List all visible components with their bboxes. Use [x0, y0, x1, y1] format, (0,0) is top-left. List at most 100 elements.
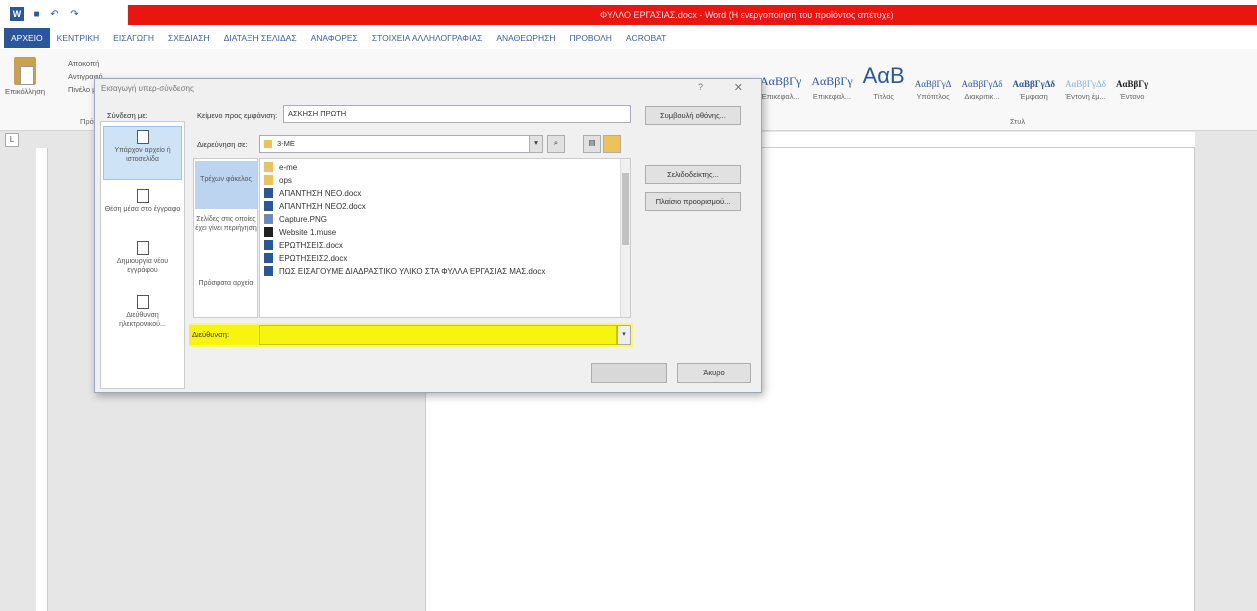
- list-item[interactable]: Capture.PNG: [264, 213, 327, 225]
- title-bar: W ■ ↶ ↷ ΦΥΛΛΟ ΕΡΓΑΣΙΑΣ.docx - Word (Η εν…: [0, 0, 1257, 27]
- file-list[interactable]: e-me ops ΑΠΑΝΤΗΣΗ ΝΕΟ.docx ΑΠΑΝΤΗΣΗ ΝΕΟ2…: [259, 158, 631, 318]
- place-browsed-pages[interactable]: Σελίδες στις οποίες έχει γίνει περιήγηση: [195, 215, 257, 233]
- file-list-scrollbar[interactable]: [620, 159, 630, 317]
- tab-references[interactable]: ΑΝΑΦΟΡΕΣ: [304, 33, 365, 43]
- file-name: ΕΡΩΤΗΣΕΙΣ.docx: [279, 240, 343, 250]
- screen-tip-button[interactable]: Συμβουλή οθόνης...: [645, 106, 741, 125]
- tab-home[interactable]: ΚΕΝΤΡΙΚΗ: [50, 33, 107, 43]
- tab-acrobat[interactable]: ACROBAT: [619, 33, 673, 43]
- undo-icon[interactable]: ↶: [48, 8, 61, 20]
- word-doc-icon: [264, 240, 273, 250]
- link-to-panel: Υπάρχον αρχείο ή ιστοσελίδα Θέση μέσα στ…: [100, 121, 185, 389]
- list-item[interactable]: ΑΠΑΝΤΗΣΗ ΝΕΟ.docx: [264, 187, 361, 199]
- style-name: Τίτλος: [873, 92, 894, 101]
- style-subtle-emphasis[interactable]: ΑαΒβΓγΔδ Διακριτικ...: [961, 79, 1002, 101]
- word-logo-icon: W: [10, 7, 24, 21]
- list-item[interactable]: ops: [264, 174, 292, 186]
- link-new-document[interactable]: Δημιουργία νέου εγγράφου: [103, 238, 182, 288]
- style-heading1[interactable]: ΑαΒβΓγ Επικεφαλ...: [760, 74, 801, 101]
- redo-icon[interactable]: ↷: [68, 8, 81, 20]
- styles-group-label: Στυλ: [1010, 117, 1026, 126]
- tab-selector[interactable]: L: [5, 133, 19, 147]
- style-name: Διακριτικ...: [964, 92, 1000, 101]
- tab-file[interactable]: ΑΡΧΕΙΟ: [4, 28, 50, 48]
- folder-icon: [264, 140, 272, 149]
- link-to-label: Σύνδεση με:: [107, 111, 148, 120]
- style-sample: ΑαΒβΓγ: [760, 74, 802, 88]
- tab-mailings[interactable]: ΣΤΟΙΧΕΙΑ ΑΛΛΗΛΟΓΡΑΦΙΑΣ: [365, 33, 490, 43]
- place-current-folder[interactable]: Τρέχων φάκελος: [195, 161, 257, 209]
- address-input[interactable]: [259, 325, 617, 345]
- style-sample: ΑαΒβΓγΔ: [914, 79, 952, 89]
- address-dropdown-icon[interactable]: ▾: [617, 325, 631, 345]
- places-panel: Τρέχων φάκελος Σελίδες στις οποίες έχει …: [193, 158, 258, 318]
- paste-label: Επικόλληση: [5, 87, 46, 96]
- open-folder-icon[interactable]: [603, 135, 621, 153]
- display-text-label: Κείμενο προς εμφάνιση:: [197, 111, 278, 120]
- window-title: ΦΥΛΛΟ ΕΡΓΑΣΙΑΣ.docx - Word (Η ενεργοποίη…: [600, 10, 894, 20]
- list-item[interactable]: ΑΠΑΝΤΗΣΗ ΝΕΟ2.docx: [264, 200, 366, 212]
- style-sample: ΑαΒβΓγΔδ: [1012, 79, 1056, 89]
- address-label: Διεύθυνση:: [189, 325, 259, 345]
- tab-page-layout[interactable]: ΔΙΑΤΑΞΗ ΣΕΛΙΔΑΣ: [217, 33, 304, 43]
- file-name: ΠΩΣ ΕΙΣΑΓΟΥΜΕ ΔΙΑΔΡΑΣΤΙΚΟ ΥΛΙΚΟ ΣΤΑ ΦΥΛΛ…: [279, 266, 546, 276]
- globe-file-icon: [136, 130, 149, 144]
- save-icon[interactable]: ■: [30, 8, 43, 20]
- link-option-label: Θέση μέσα στο έγγραφο: [104, 206, 181, 213]
- style-sample: ΑαΒβΓγ: [1116, 79, 1149, 89]
- list-item[interactable]: ΕΡΩΤΗΣΕΙΣ.docx: [264, 239, 343, 251]
- paste-button[interactable]: Επικόλληση: [5, 57, 45, 96]
- dialog-title: Εισαγωγή υπερ-σύνδεσης: [101, 84, 194, 93]
- link-email-address[interactable]: Διεύθυνση ηλεκτρονικού...: [103, 292, 182, 342]
- list-item[interactable]: ΕΡΩΤΗΣΕΙΣ2.docx: [264, 252, 347, 264]
- new-document-icon: [136, 241, 149, 255]
- tab-insert[interactable]: ΕΙΣΑΓΩΓΗ: [106, 33, 161, 43]
- close-icon[interactable]: ✕: [734, 81, 743, 94]
- vertical-ruler[interactable]: [36, 148, 48, 611]
- style-emphasis[interactable]: ΑαΒβΓγΔδ Έμφαση: [1012, 79, 1055, 101]
- style-name: Έντονο: [1119, 92, 1145, 101]
- file-name: e-me: [279, 162, 298, 172]
- word-doc-icon: [264, 188, 273, 198]
- list-item[interactable]: e-me: [264, 161, 297, 173]
- style-name: Έντονη έμ...: [1065, 92, 1106, 101]
- style-intense-emphasis[interactable]: ΑαΒβΓγΔδ Έντονη έμ...: [1065, 79, 1106, 101]
- insert-hyperlink-dialog: Εισαγωγή υπερ-σύνδεσης ? ✕ Σύνδεση με: Κ…: [94, 78, 762, 393]
- place-recent-files[interactable]: Πρόσφατα αρχεία: [195, 279, 257, 288]
- style-name: Επικεφαλ...: [812, 92, 852, 101]
- style-subtitle[interactable]: ΑαΒβΓγΔ Υπότιτλος: [915, 79, 952, 101]
- image-file-icon: [264, 214, 273, 224]
- display-text-input[interactable]: ΑΣΚΗΣΗ ΠΡΩΤΗ: [283, 105, 631, 123]
- style-title[interactable]: ΑαΒ Τίτλος: [863, 63, 905, 101]
- browse-file-icon[interactable]: ▤: [583, 135, 601, 153]
- folder-icon: [264, 162, 273, 172]
- bookmark-button[interactable]: Σελιδοδείκτης...: [645, 165, 741, 184]
- cancel-button[interactable]: Άκυρο: [677, 363, 751, 383]
- file-name: ΕΡΩΤΗΣΕΙΣ2.docx: [279, 253, 348, 263]
- file-name: Website 1.muse: [279, 227, 337, 237]
- help-icon[interactable]: ?: [698, 82, 703, 92]
- file-name: Capture.PNG: [279, 214, 328, 224]
- scrollbar-thumb[interactable]: [622, 173, 629, 245]
- tab-review[interactable]: ΑΝΑΘΕΩΡΗΣΗ: [489, 33, 562, 43]
- link-option-label: Διεύθυνση ηλεκτρονικού...: [119, 312, 166, 328]
- cut-button[interactable]: Αποκοπή: [68, 57, 141, 70]
- file-name: ΑΠΑΝΤΗΣΗ ΝΕΟ.docx: [279, 188, 362, 198]
- style-heading2[interactable]: ΑαΒβΓγ Επικεφαλ...: [811, 74, 852, 101]
- tab-design[interactable]: ΣΧΕΔΙΑΣΗ: [161, 33, 217, 43]
- styles-gallery: ΑαΒβΓγ Επικεφαλ... ΑαΒβΓγ Επικεφαλ... ΑαΒ Τ…: [760, 63, 1148, 101]
- style-name: Επικεφαλ...: [761, 92, 800, 101]
- tab-view[interactable]: ΠΡΟΒΟΛΗ: [563, 33, 619, 43]
- browse-web-icon[interactable]: ⌕: [547, 135, 565, 153]
- list-item[interactable]: ΠΩΣ ΕΙΣΑΓΟΥΜΕ ΔΙΑΔΡΑΣΤΙΚΟ ΥΛΙΚΟ ΣΤΑ ΦΥΛΛ…: [264, 265, 545, 277]
- ok-button[interactable]: [591, 363, 667, 383]
- look-in-select[interactable]: 3-ΜΕ: [259, 135, 531, 153]
- link-place-in-document[interactable]: Θέση μέσα στο έγγραφο: [103, 186, 182, 236]
- style-sample: ΑαΒ: [862, 63, 905, 88]
- link-existing-file[interactable]: Υπάρχον αρχείο ή ιστοσελίδα: [103, 126, 182, 180]
- target-frame-button[interactable]: Πλαίσιο προορισμού...: [645, 192, 741, 211]
- list-item[interactable]: Website 1.muse: [264, 226, 336, 238]
- style-strong[interactable]: ΑαΒβΓγ Έντονο: [1116, 79, 1148, 101]
- look-in-dropdown[interactable]: ▾: [529, 135, 543, 153]
- document-place-icon: [136, 189, 149, 203]
